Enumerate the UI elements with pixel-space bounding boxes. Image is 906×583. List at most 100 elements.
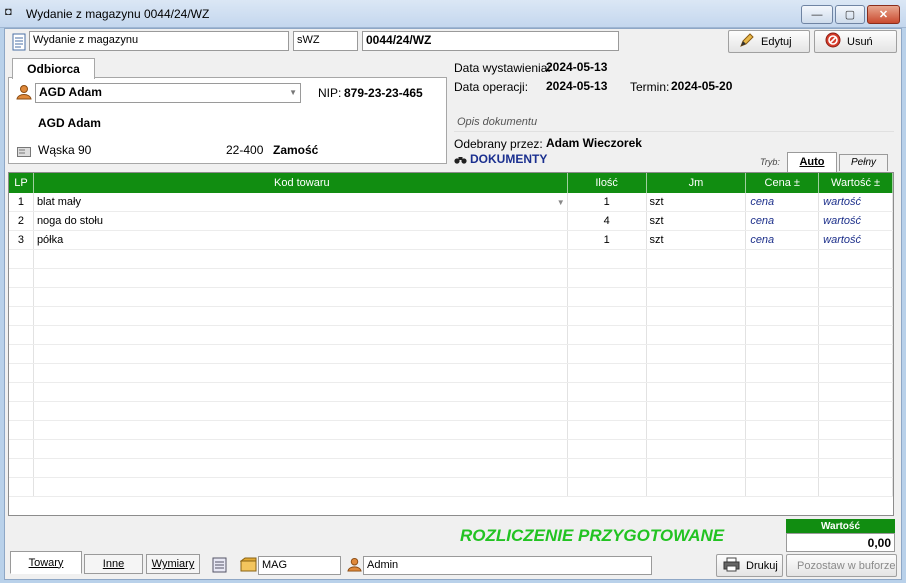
- print-button[interactable]: Drukuj: [716, 554, 783, 577]
- maximize-button[interactable]: ▢: [835, 5, 865, 24]
- grid-header: LP Kod towaru Ilość Jm Cena ± Wartość ±: [9, 173, 893, 193]
- row-price[interactable]: cena: [746, 231, 820, 249]
- received-by[interactable]: Adam Wieczorek: [546, 136, 642, 150]
- empty-row: [9, 288, 893, 307]
- row-qty[interactable]: 4: [568, 212, 647, 230]
- header-jm[interactable]: Jm: [647, 173, 747, 193]
- leave-in-buffer-button[interactable]: Pozostaw w buforze: [786, 554, 897, 577]
- empty-cell: [647, 269, 747, 287]
- user-field[interactable]: Admin: [363, 556, 652, 575]
- empty-cell: [647, 402, 747, 420]
- row-value[interactable]: wartość: [819, 212, 893, 230]
- warehouse-field[interactable]: MAG: [258, 556, 341, 575]
- empty-cell: [568, 326, 647, 344]
- table-row[interactable]: 1 blat mały ▼ 1 szt cena wartość: [9, 193, 893, 212]
- empty-cell: [34, 345, 568, 363]
- documents-link[interactable]: DOKUMENTY: [470, 152, 547, 166]
- city: Zamość: [273, 143, 319, 157]
- customer-name-select[interactable]: AGD Adam ▼: [35, 83, 301, 103]
- issue-date[interactable]: 2024-05-13: [546, 60, 607, 74]
- items-grid[interactable]: LP Kod towaru Ilość Jm Cena ± Wartość ± …: [8, 172, 894, 516]
- empty-cell: [9, 307, 34, 325]
- table-row[interactable]: 3 półka 1 szt cena wartość: [9, 231, 893, 250]
- empty-cell: [34, 307, 568, 325]
- row-unit[interactable]: szt: [647, 193, 747, 211]
- empty-cell: [568, 421, 647, 439]
- tab-wymiary[interactable]: Wymiary: [146, 554, 200, 574]
- nip-value: 879-23-23-465: [344, 86, 423, 100]
- calculator-icon[interactable]: [212, 557, 227, 576]
- row-unit[interactable]: szt: [647, 231, 747, 249]
- total-value: 0,00: [786, 533, 895, 552]
- empty-cell: [819, 345, 893, 363]
- tab-mode-auto[interactable]: Auto: [787, 152, 837, 172]
- document-number-field[interactable]: 0044/24/WZ: [362, 31, 619, 51]
- description-field[interactable]: Opis dokumentu: [454, 116, 894, 132]
- series-field[interactable]: sWZ: [293, 31, 358, 51]
- row-value[interactable]: wartość: [819, 231, 893, 249]
- chevron-down-icon[interactable]: ▼: [557, 193, 565, 211]
- empty-cell: [9, 440, 34, 458]
- empty-row: [9, 478, 893, 497]
- empty-cell: [819, 478, 893, 496]
- due-date[interactable]: 2024-05-20: [671, 79, 732, 93]
- empty-cell: [34, 383, 568, 401]
- empty-cell: [34, 440, 568, 458]
- empty-cell: [9, 421, 34, 439]
- empty-cell: [9, 345, 34, 363]
- minimize-button[interactable]: —: [801, 5, 833, 24]
- empty-cell: [647, 288, 747, 306]
- delete-icon: [825, 32, 841, 51]
- empty-cell: [647, 307, 747, 325]
- empty-cell: [568, 459, 647, 477]
- chevron-down-icon[interactable]: ▼: [289, 88, 297, 97]
- row-price[interactable]: cena: [746, 212, 820, 230]
- empty-cell: [568, 307, 647, 325]
- tab-towary[interactable]: Towary: [10, 551, 82, 574]
- empty-cell: [9, 383, 34, 401]
- empty-cell: [819, 421, 893, 439]
- document-type-field[interactable]: Wydanie z magazynu: [29, 31, 289, 51]
- empty-row: [9, 440, 893, 459]
- close-button[interactable]: ✕: [867, 5, 900, 24]
- table-row[interactable]: 2 noga do stołu 4 szt cena wartość: [9, 212, 893, 231]
- tab-inne[interactable]: Inne: [84, 554, 143, 574]
- empty-cell: [568, 250, 647, 268]
- empty-cell: [34, 288, 568, 306]
- tab-mode-full[interactable]: Pełny: [839, 154, 888, 171]
- row-item-name[interactable]: półka: [34, 231, 568, 249]
- row-qty[interactable]: 1: [568, 231, 647, 249]
- empty-cell: [34, 459, 568, 477]
- row-price[interactable]: cena: [746, 193, 820, 211]
- row-item-name[interactable]: noga do stołu: [34, 212, 568, 230]
- row-qty[interactable]: 1: [568, 193, 647, 211]
- op-date[interactable]: 2024-05-13: [546, 79, 607, 93]
- binoculars-icon: [454, 154, 467, 168]
- empty-row: [9, 402, 893, 421]
- header-lp[interactable]: LP: [9, 173, 34, 193]
- empty-cell: [746, 402, 820, 420]
- empty-cell: [819, 383, 893, 401]
- edit-button[interactable]: Edytuj: [728, 30, 810, 53]
- empty-row: [9, 326, 893, 345]
- customer-full-name: AGD Adam: [38, 116, 101, 130]
- empty-cell: [746, 459, 820, 477]
- header-kod[interactable]: Kod towaru: [34, 173, 568, 193]
- empty-cell: [568, 269, 647, 287]
- empty-cell: [568, 440, 647, 458]
- row-unit[interactable]: szt: [647, 212, 747, 230]
- empty-cell: [746, 364, 820, 382]
- header-wartosc[interactable]: Wartość ±: [819, 173, 893, 193]
- tab-odbiorca[interactable]: Odbiorca: [12, 58, 95, 79]
- header-cena[interactable]: Cena ±: [746, 173, 820, 193]
- empty-cell: [647, 250, 747, 268]
- edit-label: Edytuj: [761, 35, 792, 48]
- empty-cell: [9, 402, 34, 420]
- empty-cell: [647, 440, 747, 458]
- row-item-name[interactable]: blat mały ▼: [34, 193, 568, 211]
- delete-button[interactable]: Usuń: [814, 30, 897, 53]
- empty-cell: [819, 364, 893, 382]
- empty-row: [9, 269, 893, 288]
- header-ilosc[interactable]: Ilość: [568, 173, 647, 193]
- row-value[interactable]: wartość: [819, 193, 893, 211]
